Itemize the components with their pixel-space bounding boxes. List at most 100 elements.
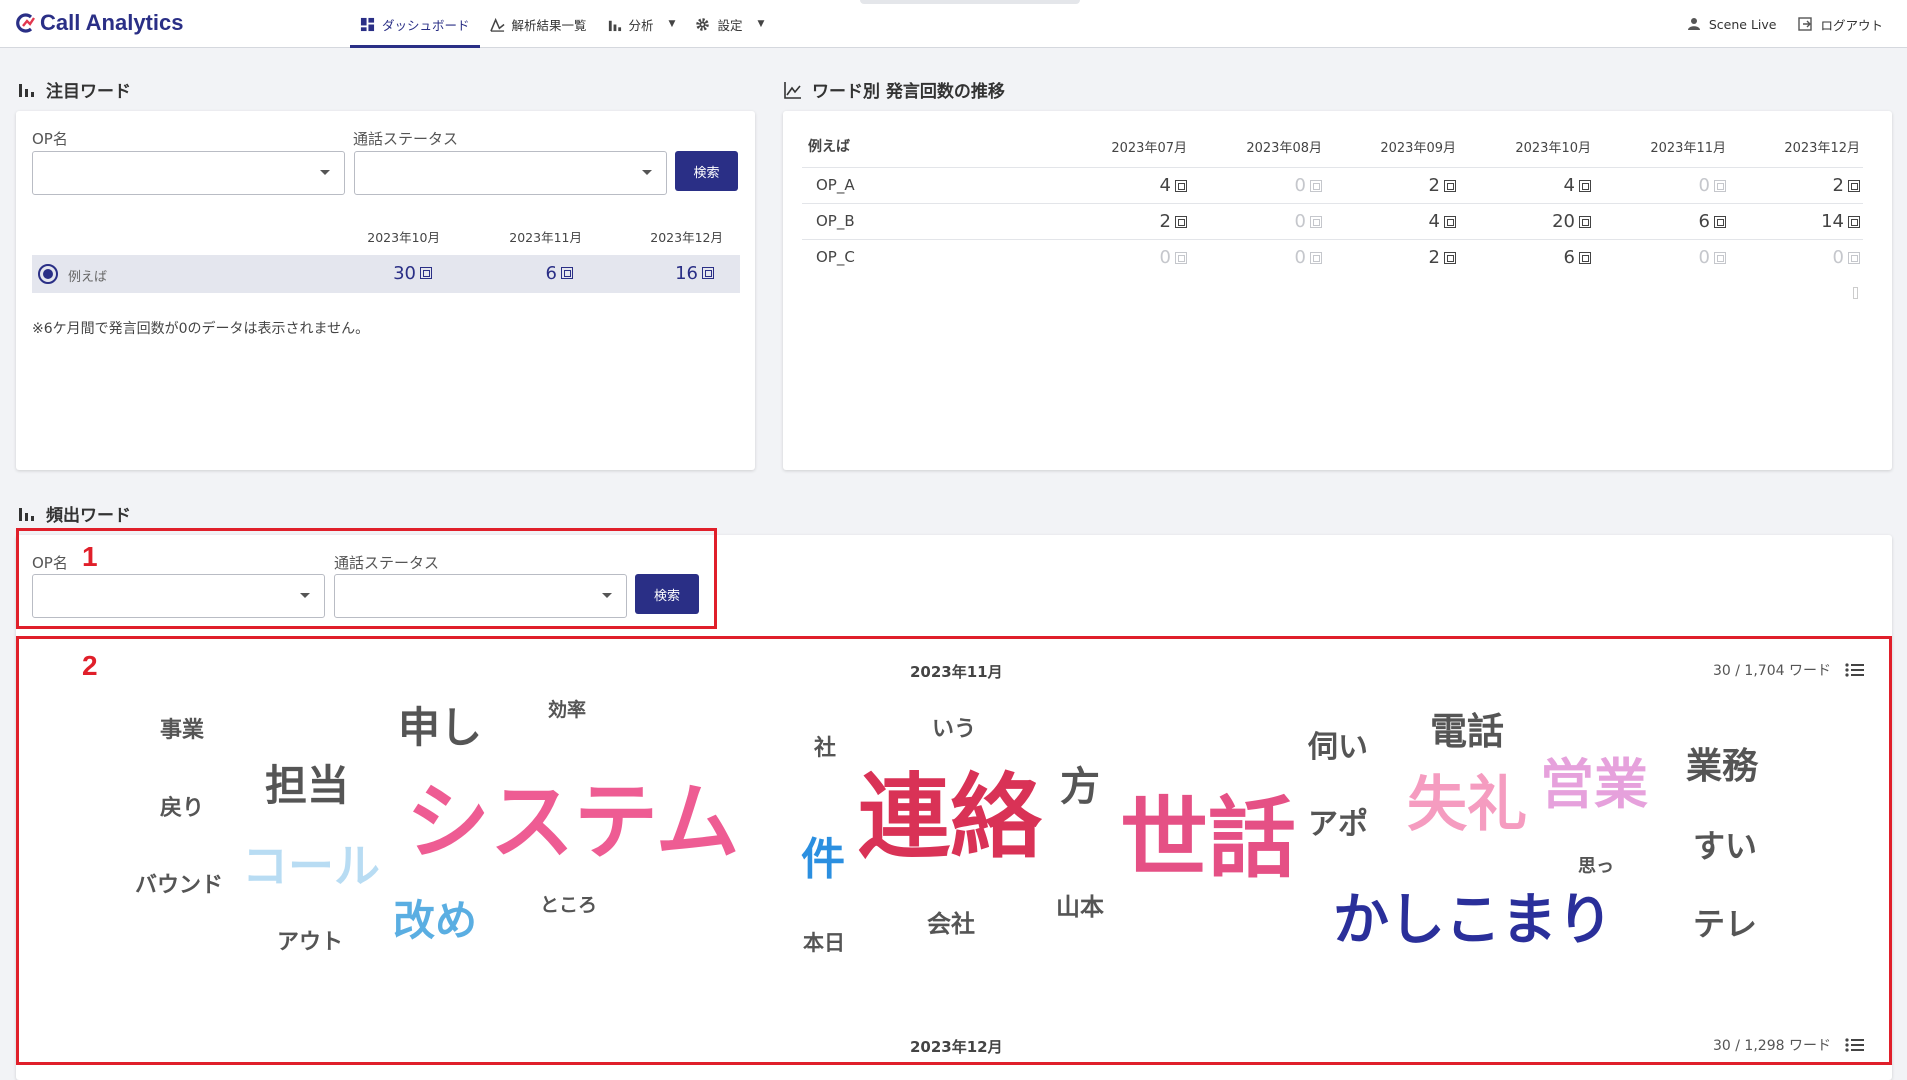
count-unit-icon	[1848, 251, 1860, 264]
cloud-word[interactable]: アポ	[1308, 810, 1368, 840]
cloud-word[interactable]: 会社	[927, 912, 975, 936]
list-icon[interactable]	[1845, 1037, 1865, 1053]
focus-status-select[interactable]	[354, 151, 667, 195]
trend-cell: 2	[1770, 175, 1860, 196]
user-menu: Scene Live ログアウト	[1687, 0, 1883, 48]
trend-cell: 6	[1636, 211, 1726, 232]
count-unit-icon	[702, 267, 714, 279]
trend-cell: 0	[1232, 211, 1322, 232]
trend-cell: 0	[1232, 175, 1322, 196]
cloud-word[interactable]: システム	[406, 780, 739, 864]
trend-value: 2	[1428, 175, 1440, 196]
focus-word-row[interactable]: 例えば 30 6 16	[32, 255, 740, 293]
cloud-word[interactable]: 業務	[1686, 749, 1758, 785]
nav-results[interactable]: 解析結果一覧	[480, 0, 597, 48]
trend-month-header: 2023年07月	[1111, 141, 1187, 156]
cloud-word[interactable]: 伺い	[1308, 733, 1368, 763]
logout-icon	[1798, 17, 1813, 31]
trend-month-header: 2023年11月	[1650, 141, 1726, 156]
trend-value: 0	[1698, 175, 1710, 196]
count-unit-icon	[1848, 179, 1860, 192]
trend-month-header: 2023年10月	[1515, 141, 1591, 156]
focus-note: ※6ケ月間で発言回数が0のデータは表示されません。	[32, 321, 370, 337]
trend-row: OP_B 2 0 4 20 6 14	[802, 203, 1863, 239]
cloud-word[interactable]: 担当	[265, 765, 349, 807]
trend-value: 0	[1832, 247, 1844, 268]
app-logo[interactable]: Call Analytics	[14, 10, 183, 36]
trend-cell: 4	[1366, 211, 1456, 232]
cloud-word[interactable]: 件	[801, 838, 845, 882]
cloud-word[interactable]: 世話	[1120, 795, 1296, 883]
bar-chart-icon	[19, 83, 34, 97]
trend-cell: 2	[1097, 211, 1187, 232]
focus-count-value: 6	[545, 263, 557, 284]
nav-settings[interactable]: 設定 ▼	[685, 0, 774, 48]
focus-op-select[interactable]	[32, 151, 345, 195]
trend-row: OP_C 0 0 2 6 0 0	[802, 239, 1863, 275]
cloud-word[interactable]: すい	[1693, 830, 1757, 862]
cloud-word[interactable]: テレ	[1693, 908, 1757, 940]
trend-value: 6	[1563, 247, 1575, 268]
top-navigation-bar: Call Analytics ダッシュボード 解析結果一覧 分析 ▼ 設定 ▼ …	[0, 0, 1907, 48]
cloud-word[interactable]: バウンド	[135, 875, 223, 897]
trend-card	[783, 111, 1892, 470]
bar-chart-icon	[608, 20, 621, 31]
count-unit-icon	[1714, 179, 1726, 192]
trend-cell: 4	[1097, 175, 1187, 196]
cloud-word[interactable]: 申し	[398, 707, 482, 749]
cloud-word[interactable]: かしこまり	[1333, 893, 1613, 949]
nav-dashboard[interactable]: ダッシュボード	[350, 0, 480, 48]
trend-cell: 0	[1097, 247, 1187, 268]
cloud-count-bottom: 30 / 1,298 ワード	[1713, 1035, 1865, 1055]
cloud-word[interactable]: 本日	[803, 933, 845, 954]
main-nav: ダッシュボード 解析結果一覧 分析 ▼ 設定 ▼	[350, 0, 774, 48]
cloud-word[interactable]: 思っ	[1578, 858, 1614, 876]
trend-row-name: OP_A	[816, 176, 855, 194]
focus-month-header: 2023年12月	[650, 230, 723, 245]
nav-analysis-label: 分析	[628, 17, 654, 33]
trend-row: OP_A 4 0 2 4 0 2	[802, 167, 1863, 203]
cloud-word[interactable]: ところ	[540, 896, 597, 915]
trend-value: 4	[1159, 175, 1171, 196]
nav-analysis[interactable]: 分析 ▼	[597, 0, 686, 48]
count-unit-icon	[1175, 251, 1187, 264]
cloud-word[interactable]: 効率	[548, 701, 586, 720]
list-icon[interactable]	[1845, 662, 1865, 678]
trend-cell: 0	[1636, 247, 1726, 268]
frequent-search-button[interactable]: 検索	[635, 574, 699, 614]
top-shadow	[860, 0, 1080, 4]
cloud-word[interactable]: アウト	[277, 932, 343, 954]
bar-chart-icon	[19, 507, 34, 521]
radio-selected-icon[interactable]	[38, 264, 58, 284]
count-unit-icon	[1714, 251, 1726, 264]
frequent-op-select[interactable]	[32, 574, 325, 618]
annotation-number-1: 1	[82, 541, 98, 572]
frequent-status-select[interactable]	[334, 574, 627, 618]
scroll-handle[interactable]	[1853, 287, 1858, 299]
cloud-word[interactable]: 失礼	[1407, 775, 1527, 835]
count-unit-icon	[1579, 179, 1591, 192]
cloud-word[interactable]: 改め	[393, 900, 477, 942]
focus-words-title-text: 注目ワード	[46, 82, 131, 102]
focus-count: 6	[463, 263, 573, 284]
cloud-word[interactable]: 連絡	[858, 772, 1042, 864]
count-unit-icon	[1310, 251, 1322, 264]
count-unit-icon	[1579, 251, 1591, 264]
cloud-word[interactable]: いう	[932, 719, 976, 741]
focus-search-button[interactable]: 検索	[675, 151, 738, 191]
cloud-word[interactable]: 事業	[160, 720, 204, 742]
cloud-word[interactable]: 電話	[1430, 713, 1504, 750]
user-account[interactable]: Scene Live	[1687, 17, 1776, 32]
trend-value: 4	[1428, 211, 1440, 232]
count-unit-icon	[1310, 179, 1322, 192]
cloud-word[interactable]: コール	[242, 843, 380, 889]
cloud-word[interactable]: 戻り	[160, 798, 204, 820]
trend-value: 0	[1698, 247, 1710, 268]
cloud-word[interactable]: 方	[1060, 767, 1100, 807]
cloud-word[interactable]: 社	[814, 738, 836, 760]
count-unit-icon	[561, 267, 573, 279]
logout-link[interactable]: ログアウト	[1798, 15, 1883, 34]
cloud-word[interactable]: 山本	[1056, 895, 1104, 919]
logout-label: ログアウト	[1820, 17, 1883, 33]
cloud-word[interactable]: 営業	[1540, 758, 1648, 812]
